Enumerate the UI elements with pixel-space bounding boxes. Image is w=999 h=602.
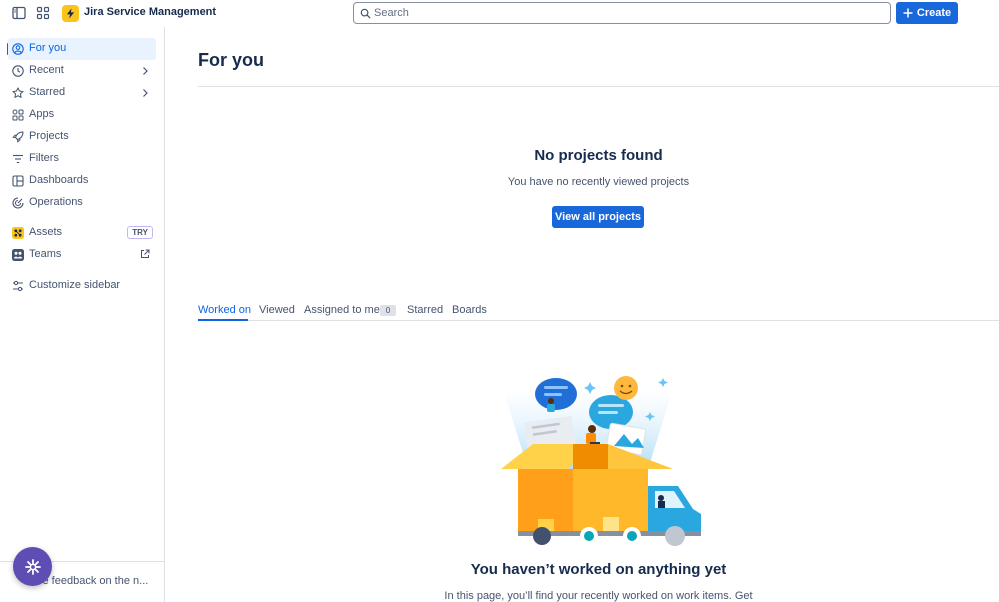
sidebar-item-label: Dashboards: [29, 174, 89, 186]
search-icon: [360, 8, 371, 19]
sidebar-item-for-you[interactable]: For you: [8, 38, 156, 60]
apps-icon: [12, 109, 24, 121]
sidebar-item-apps[interactable]: Apps: [8, 104, 156, 126]
sidebar-item-label: Teams: [29, 248, 62, 260]
sidebar-item-label: Starred: [29, 86, 66, 98]
sidebar-item-label: Recent: [29, 64, 64, 76]
sidebar-item-label: Assets: [29, 226, 63, 238]
teams-icon: [12, 249, 24, 261]
sidebar-item-label: Projects: [29, 130, 69, 142]
person-circle-icon: [12, 43, 24, 55]
assets-icon: [12, 227, 24, 239]
header-divider: [198, 86, 999, 87]
sidebar-item-label: Operations: [29, 196, 83, 208]
operations-icon: [12, 197, 24, 209]
no-projects-title: No projects found: [534, 147, 663, 164]
rovo-chat-button[interactable]: [13, 547, 52, 586]
chevron-right-icon[interactable]: [140, 66, 150, 76]
sidebar-item-filters[interactable]: Filters: [8, 148, 156, 170]
sparkle-icon: [24, 558, 41, 575]
sidebar-item-label: Filters: [29, 152, 59, 164]
sliders-icon: [12, 280, 24, 292]
sidebar-item-projects[interactable]: Projects: [8, 126, 156, 148]
tab-viewed[interactable]: Viewed: [259, 304, 295, 316]
no-projects-description: You have no recently viewed projects: [507, 176, 690, 188]
filter-icon: [12, 153, 24, 165]
empty-state-description: In this page, you’ll find your recently …: [444, 590, 753, 602]
rocket-icon: [12, 131, 24, 143]
sidebar-item-label: For you: [29, 42, 67, 54]
sidebar-item-operations[interactable]: Operations: [8, 192, 156, 214]
sidebar-item-customize[interactable]: Customize sidebar: [8, 275, 156, 297]
page-title: For you: [198, 50, 264, 70]
chevron-right-icon[interactable]: [140, 88, 150, 98]
tabs-divider: [198, 320, 999, 321]
active-tab-indicator: [198, 319, 248, 321]
jsm-logo-icon[interactable]: [62, 5, 79, 22]
tab-starred[interactable]: Starred: [407, 304, 443, 316]
view-all-projects-button[interactable]: View all projects: [552, 206, 644, 228]
search-box[interactable]: [353, 2, 891, 24]
sidebar-toggle-icon[interactable]: [12, 6, 26, 20]
tab-worked-on[interactable]: Worked on: [198, 304, 251, 316]
empty-state-illustration: [501, 376, 701, 546]
sidebar-item-recent[interactable]: Recent: [8, 60, 156, 82]
app-title[interactable]: Jira Service Management: [84, 6, 216, 18]
tab-assigned-to-me[interactable]: Assigned to me: [304, 304, 380, 316]
sidebar-item-label: Customize sidebar: [29, 279, 121, 291]
sidebar-item-teams[interactable]: Teams: [8, 244, 156, 266]
assigned-count-badge: 0: [380, 305, 396, 316]
external-link-icon[interactable]: [140, 249, 150, 259]
sidebar-item-starred[interactable]: Starred: [8, 82, 156, 104]
plus-icon: [903, 8, 913, 18]
tab-boards[interactable]: Boards: [452, 304, 487, 316]
empty-state-title: You haven’t worked on anything yet: [470, 561, 727, 578]
dashboard-icon: [12, 175, 24, 187]
clock-icon: [12, 65, 24, 77]
app-switcher-icon[interactable]: [36, 6, 50, 20]
sidebar: For you Recent Starred Apps Projects Fil…: [0, 27, 165, 602]
search-input[interactable]: [374, 5, 874, 21]
star-icon: [12, 87, 24, 99]
sidebar-item-assets[interactable]: Assets TRY: [8, 222, 156, 244]
try-badge[interactable]: TRY: [127, 226, 153, 239]
top-navigation: Jira Service Management Create: [0, 0, 999, 27]
sidebar-item-label: Apps: [29, 108, 55, 120]
create-button[interactable]: Create: [896, 2, 958, 24]
sidebar-item-dashboards[interactable]: Dashboards: [8, 170, 156, 192]
create-button-label: Create: [916, 7, 952, 19]
